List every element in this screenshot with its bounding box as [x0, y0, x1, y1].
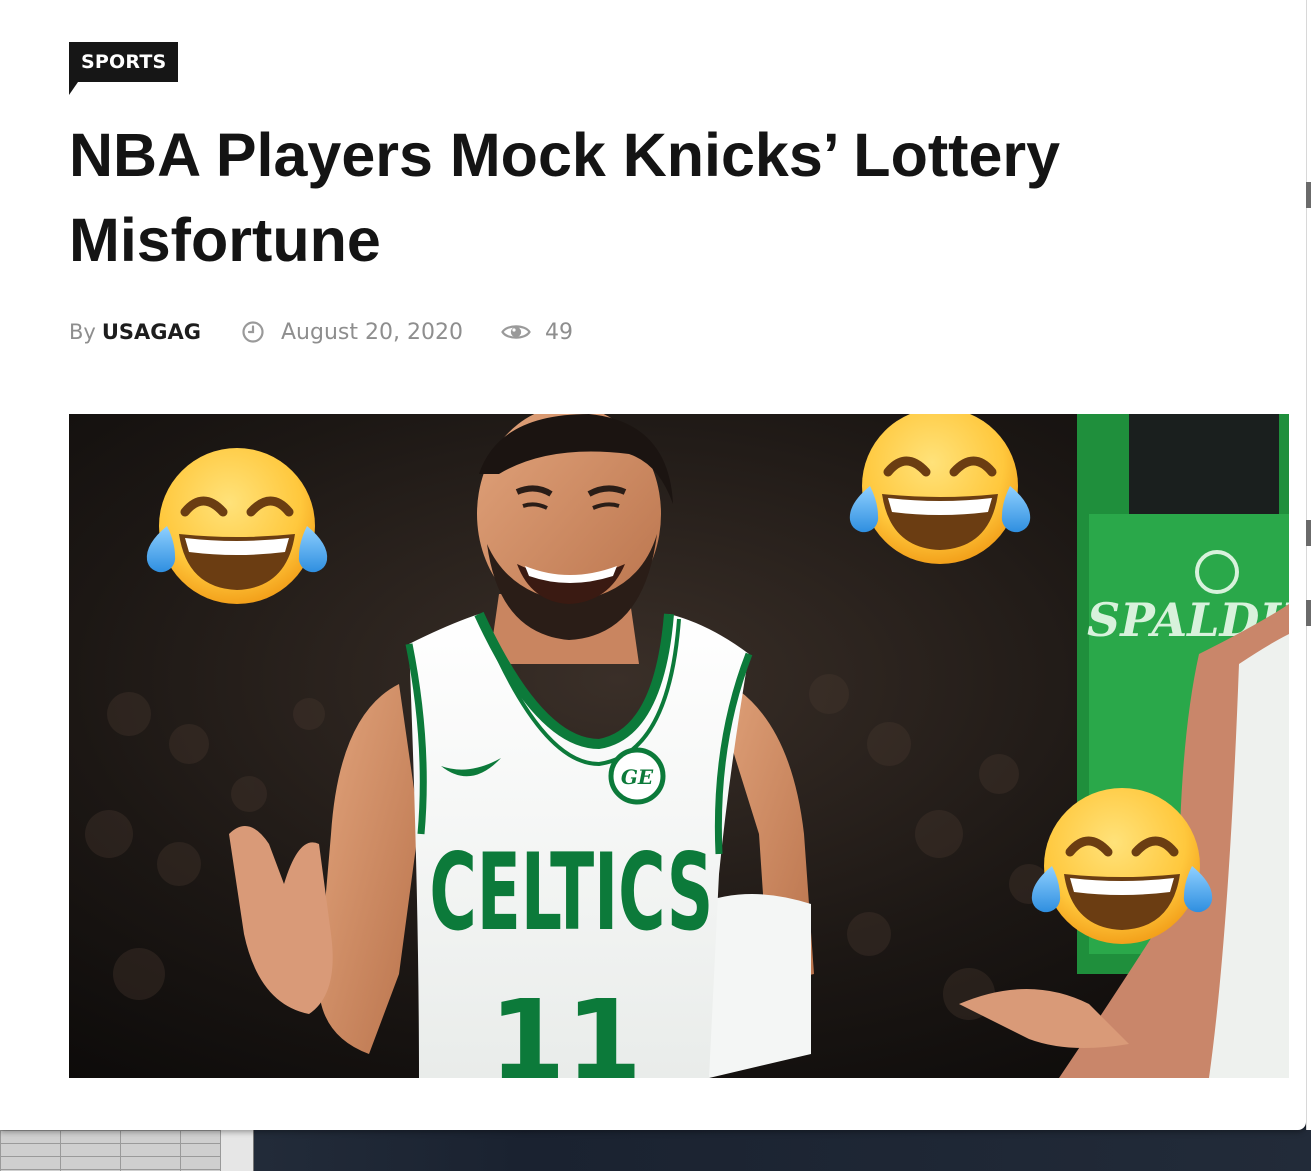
jersey-number: 11: [489, 976, 642, 1078]
background-window-edge: [220, 1130, 253, 1171]
category-tag[interactable]: SPORTS: [69, 42, 179, 95]
jersey-text: CELTICS: [429, 832, 713, 955]
scrollbar-marker: [1306, 182, 1311, 208]
scrollbar-track[interactable]: [1306, 0, 1311, 1130]
eye-icon: [501, 321, 531, 343]
scrollbar-marker: [1306, 520, 1311, 546]
clock-icon: [241, 320, 265, 344]
jersey-patch: GE: [621, 765, 654, 789]
author-link[interactable]: USAGAG: [102, 320, 201, 344]
page: SPORTS NBA Players Mock Knicks’ Lottery …: [0, 0, 1311, 1171]
background-spreadsheet-window: [0, 1130, 254, 1171]
publish-date: August 20, 2020: [281, 319, 463, 345]
scrollbar-marker: [1306, 600, 1311, 626]
view-count: 49: [544, 319, 573, 345]
featured-image[interactable]: SPALDING GE: [69, 414, 1289, 1078]
article-title: NBA Players Mock Knicks’ Lottery Misfort…: [69, 121, 1061, 274]
by-label: By: [69, 320, 96, 344]
article-meta: By USAGAG August 20, 2020 49: [69, 312, 573, 352]
